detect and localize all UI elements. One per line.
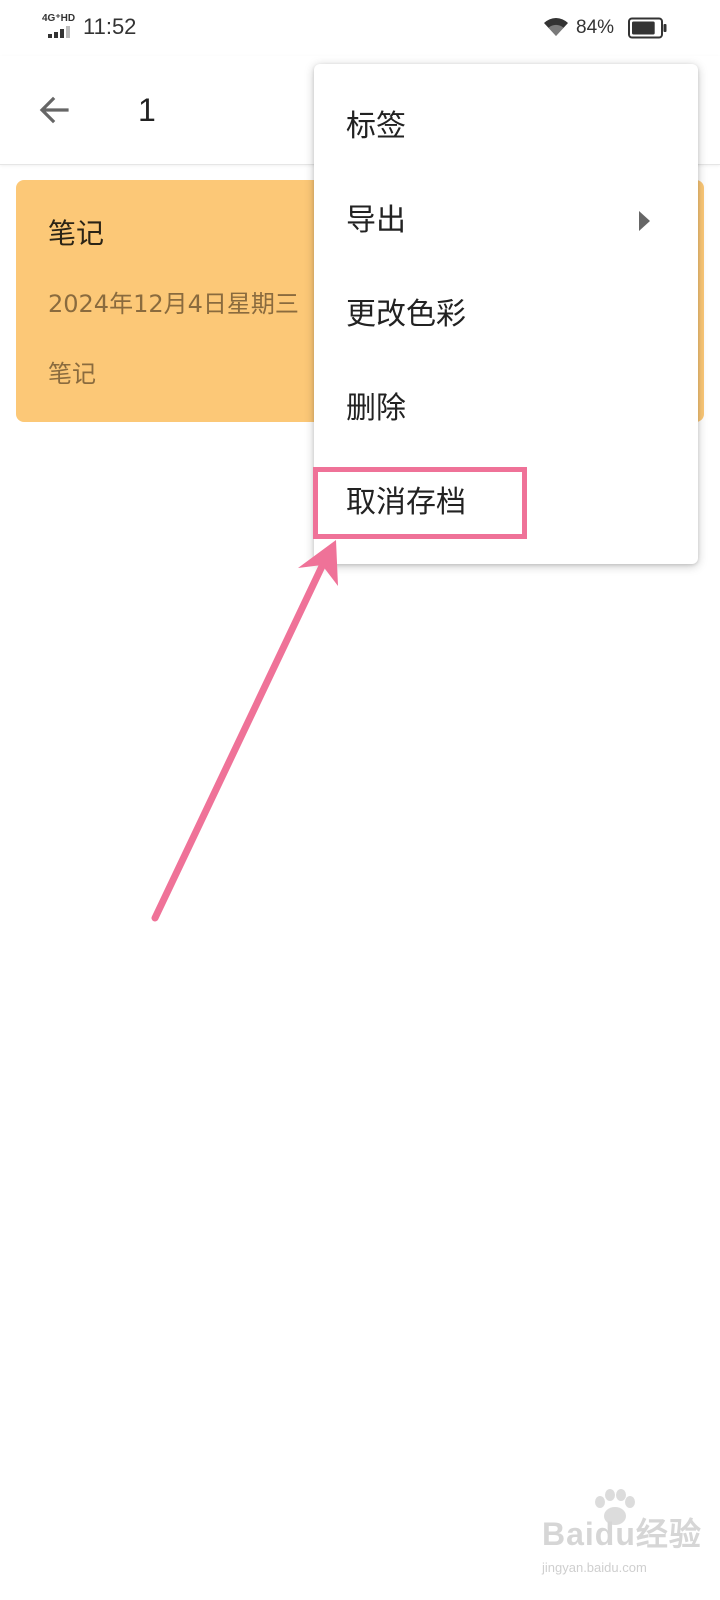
submenu-arrow-icon: [639, 211, 650, 231]
arrow-back-icon: [39, 96, 69, 124]
menu-item-label: 删除: [346, 391, 406, 426]
menu-item-change-color[interactable]: 更改色彩: [314, 268, 698, 362]
watermark-logo-text: Baidu经验: [542, 1516, 702, 1552]
menu-item-export[interactable]: 导出: [314, 174, 698, 268]
signal-bars-icon: [48, 26, 76, 38]
watermark-url: jingyan.baidu.com: [542, 1560, 647, 1575]
cellular-signal: 4G⁺HD: [42, 14, 78, 40]
screen: 4G⁺HD 11:52 84% 1 笔记 2024年12月4日星期三 笔记 标签…: [0, 0, 720, 1600]
menu-item-label: 更改色彩: [346, 297, 466, 332]
wifi-icon: [544, 18, 568, 36]
network-type-label: 4G⁺HD: [42, 13, 76, 24]
status-time: 11:52: [83, 14, 137, 39]
menu-item-label: 标签: [346, 109, 406, 144]
watermark: Baidu经验 jingyan.baidu.com: [540, 1488, 712, 1588]
menu-item-delete[interactable]: 删除: [314, 362, 698, 456]
menu-item-labels[interactable]: 标签: [314, 80, 698, 174]
note-title: 笔记: [48, 217, 105, 250]
battery-percent: 84%: [576, 17, 615, 38]
note-tag: 笔记: [48, 360, 96, 388]
back-button[interactable]: [28, 84, 80, 136]
battery-fill: [632, 21, 655, 35]
menu-item-label: 导出: [346, 203, 406, 238]
page-title: 1: [138, 92, 156, 128]
status-bar: 4G⁺HD 11:52 84%: [0, 0, 720, 56]
note-date: 2024年12月4日星期三: [48, 290, 299, 318]
annotation-highlight-box: [313, 467, 527, 539]
battery-icon: [628, 17, 667, 39]
